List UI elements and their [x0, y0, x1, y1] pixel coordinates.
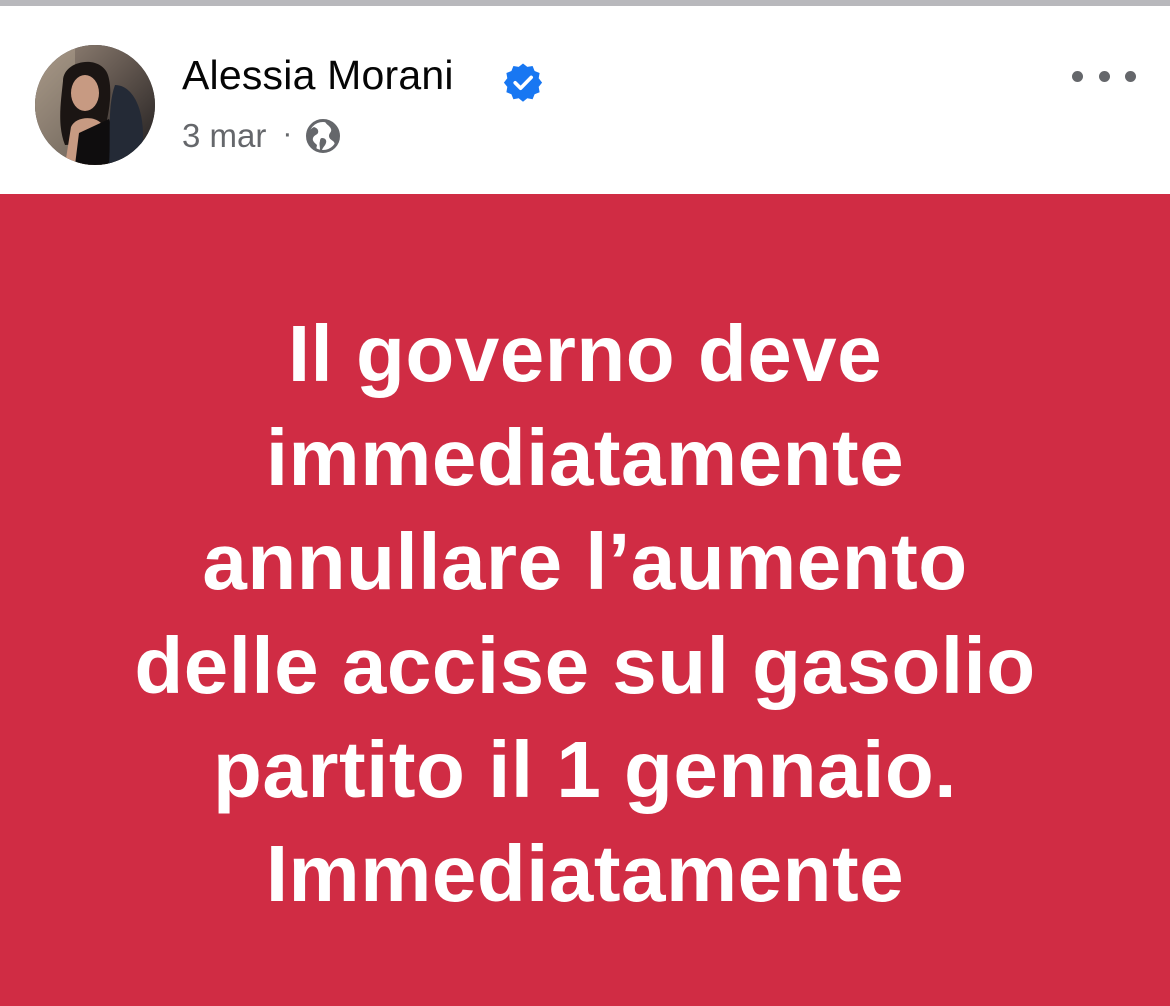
avatar-photo [35, 45, 155, 165]
author-name[interactable]: Alessia Morani [182, 52, 454, 99]
avatar[interactable] [35, 45, 155, 165]
post-text: Il governo deve immediatamente annullare… [134, 309, 1036, 918]
more-options-dot [1125, 70, 1136, 82]
post-date[interactable]: 3 mar [182, 117, 266, 155]
post-background-card: Il governo deve immediatamente annullare… [0, 194, 1170, 1006]
globe-icon[interactable] [305, 118, 341, 154]
more-options-icon[interactable] [1072, 54, 1136, 98]
meta-separator: · [282, 117, 293, 150]
more-options-dot [1072, 70, 1083, 82]
more-options-dot [1098, 70, 1110, 82]
verified-badge-icon [503, 63, 543, 102]
post-header: Alessia Morani 3 mar · [0, 6, 1170, 194]
facebook-post: Alessia Morani 3 mar · Il governo deve i… [0, 0, 1170, 1006]
post-meta: 3 mar · [182, 116, 341, 156]
